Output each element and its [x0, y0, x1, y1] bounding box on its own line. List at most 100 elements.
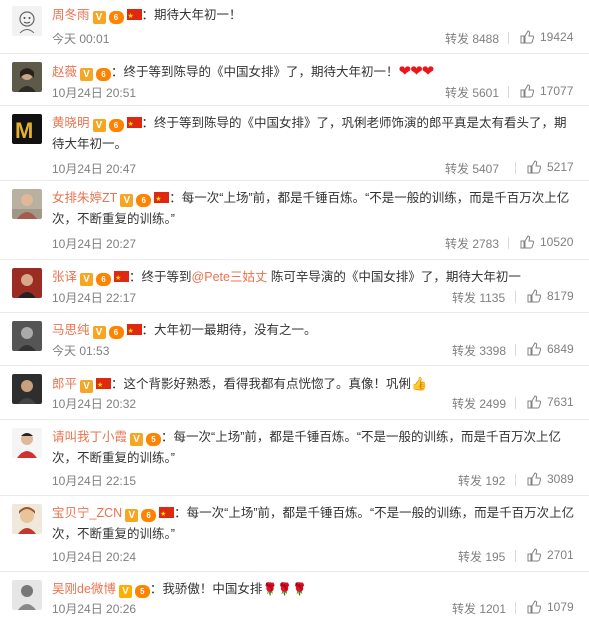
china-flag-icon	[126, 321, 142, 342]
comment-item: 请叫我丁小霞 V 5 ：每一次“上场”前，都是千锤百炼。“不是一般的训练，而是千百万次…	[0, 420, 589, 496]
china-flag-icon	[154, 189, 170, 210]
comment-item: 宝贝宁_ZCNV6：每一次“上场”前，都是千锤百炼。“不是一般的训练，而是千百万…	[0, 496, 589, 572]
timestamp: 10月24日 20:24	[52, 550, 137, 564]
timestamp: 10月24日 22:17	[52, 291, 137, 305]
like-icon[interactable]	[527, 600, 541, 614]
repost-button[interactable]: 转发 192	[458, 472, 505, 489]
username[interactable]: 赵薇	[52, 65, 77, 79]
level-badge-icon: 6	[108, 11, 124, 24]
comment-item: 马思纯V6：大年初一最期待，没有之一。 今天 01:53 转发 3398 684…	[0, 313, 589, 366]
username[interactable]: 女排朱婷ZT	[52, 191, 117, 205]
verified-icon: V	[92, 11, 106, 24]
avatar[interactable]	[12, 374, 42, 404]
repost-button[interactable]: 转发 5601	[445, 84, 499, 101]
comment-item: 周冬雨V6：期待大年初一！ 今天 00:01 转发 8488 19424	[0, 0, 589, 54]
avatar[interactable]	[12, 62, 42, 92]
level-badge-icon: 6	[96, 68, 112, 81]
comment-text: 期待大年初一！	[154, 8, 242, 22]
divider	[508, 237, 509, 249]
username[interactable]: 马思纯	[52, 323, 90, 337]
like-count: 8179	[547, 289, 574, 303]
level-badge-icon: 5	[134, 585, 150, 598]
timestamp: 10月24日 20:26	[52, 602, 137, 616]
timestamp: 今天 00:01	[52, 32, 110, 46]
like-count: 5217	[547, 160, 574, 174]
username[interactable]: 请叫我丁小霞	[52, 430, 127, 444]
verified-icon: V	[125, 509, 139, 522]
divider	[515, 162, 516, 174]
comment-text: 终于等到	[141, 270, 192, 284]
repost-button[interactable]: 转发 1201	[452, 600, 506, 617]
like-icon[interactable]	[520, 235, 534, 249]
username[interactable]: 张译	[52, 270, 77, 284]
like-count: 19424	[540, 30, 574, 44]
heart-emoji-icon: ❤❤❤	[398, 63, 435, 80]
username[interactable]: 黄晓明	[52, 116, 90, 130]
china-flag-icon	[126, 6, 142, 27]
like-icon[interactable]	[527, 548, 541, 562]
comment-text: 大年初一最期待，没有之一。	[154, 323, 317, 337]
username[interactable]: 郎平	[52, 377, 77, 391]
timestamp: 10月24日 20:32	[52, 397, 137, 411]
repost-button[interactable]: 转发 3398	[452, 342, 506, 359]
comment-text: 我骄傲！中国女排	[162, 582, 263, 596]
china-flag-icon	[114, 268, 130, 289]
level-badge-icon: 6	[108, 119, 124, 132]
comment-item: 女排朱婷ZTV6：每一次“上场”前，都是千锤百炼。“不是一般的训练，而是千百万次…	[0, 181, 589, 260]
like-count: 17077	[540, 84, 574, 98]
verified-icon: V	[130, 433, 144, 446]
divider	[515, 291, 516, 303]
like-count: 10520	[540, 235, 574, 249]
level-badge-icon: 6	[136, 194, 152, 207]
avatar[interactable]	[12, 428, 42, 458]
comment-text: 这个背影好熟悉，看得我都有点恍惚了。真像！巩俐	[123, 377, 412, 391]
username[interactable]: 宝贝宁_ZCN	[52, 506, 122, 520]
verified-icon: V	[80, 68, 94, 81]
repost-button[interactable]: 转发 1135	[452, 289, 505, 306]
comment-item: 赵薇 V 6 ：终于等到陈导的《中国女排》了，期待大年初一！❤❤❤ 10月24日 20…	[0, 54, 589, 106]
level-badge-icon: 6	[96, 273, 112, 286]
like-count: 2701	[547, 548, 574, 562]
repost-button[interactable]: 转发 2499	[452, 395, 506, 412]
verified-icon: V	[120, 194, 134, 207]
rose-emoji-icon: 🌹🌹🌹	[262, 582, 308, 596]
like-icon[interactable]	[527, 289, 541, 303]
like-icon[interactable]	[520, 30, 534, 44]
avatar[interactable]	[12, 268, 42, 298]
comment-item: 吴刚de微博 V 5 ：我骄傲！中国女排🌹🌹🌹 10月24日 20:26 转发 120…	[0, 572, 589, 624]
repost-button[interactable]: 转发 8488	[445, 30, 499, 47]
timestamp: 10月24日 20:51	[52, 86, 137, 100]
divider	[515, 474, 516, 486]
china-flag-icon	[159, 504, 175, 525]
like-count: 1079	[547, 600, 574, 614]
china-flag-icon	[126, 114, 142, 135]
repost-button[interactable]: 转发 2783	[445, 235, 499, 252]
avatar[interactable]	[12, 504, 42, 534]
comment-item: M 黄晓明V6：终于等到陈导的《中国女排》了，巩俐老师饰演的郎平真是太有看头了，…	[0, 106, 589, 181]
level-badge-icon: 5	[146, 433, 162, 446]
divider	[515, 602, 516, 614]
avatar[interactable]	[12, 580, 42, 610]
avatar[interactable]	[12, 321, 42, 351]
avatar[interactable]	[12, 189, 42, 219]
timestamp: 今天 01:53	[52, 344, 110, 358]
thumbs-up-emoji-icon: 👍	[411, 376, 428, 391]
username[interactable]: 吴刚de微博	[52, 582, 116, 596]
repost-button[interactable]: 转发 5407	[445, 160, 499, 177]
like-icon[interactable]	[527, 342, 541, 356]
comment-text: 每一次“上场”前，都是千锤百炼。“不是一般的训练，而是千百万次上亿次，不断重复的…	[52, 430, 562, 465]
avatar[interactable]: M	[12, 114, 42, 144]
mention-link[interactable]: @Pete三姑丈	[192, 270, 268, 284]
like-icon[interactable]	[527, 160, 541, 174]
repost-button[interactable]: 转发 195	[458, 548, 505, 565]
like-icon[interactable]	[527, 395, 541, 409]
timestamp: 10月24日 22:15	[52, 474, 137, 488]
username[interactable]: 周冬雨	[52, 8, 90, 22]
like-count: 6849	[547, 342, 574, 356]
like-icon[interactable]	[527, 472, 541, 486]
divider	[515, 550, 516, 562]
like-icon[interactable]	[520, 84, 534, 98]
avatar[interactable]	[12, 6, 42, 36]
level-badge-icon: 6	[108, 326, 124, 339]
timestamp: 10月24日 20:27	[52, 237, 137, 251]
